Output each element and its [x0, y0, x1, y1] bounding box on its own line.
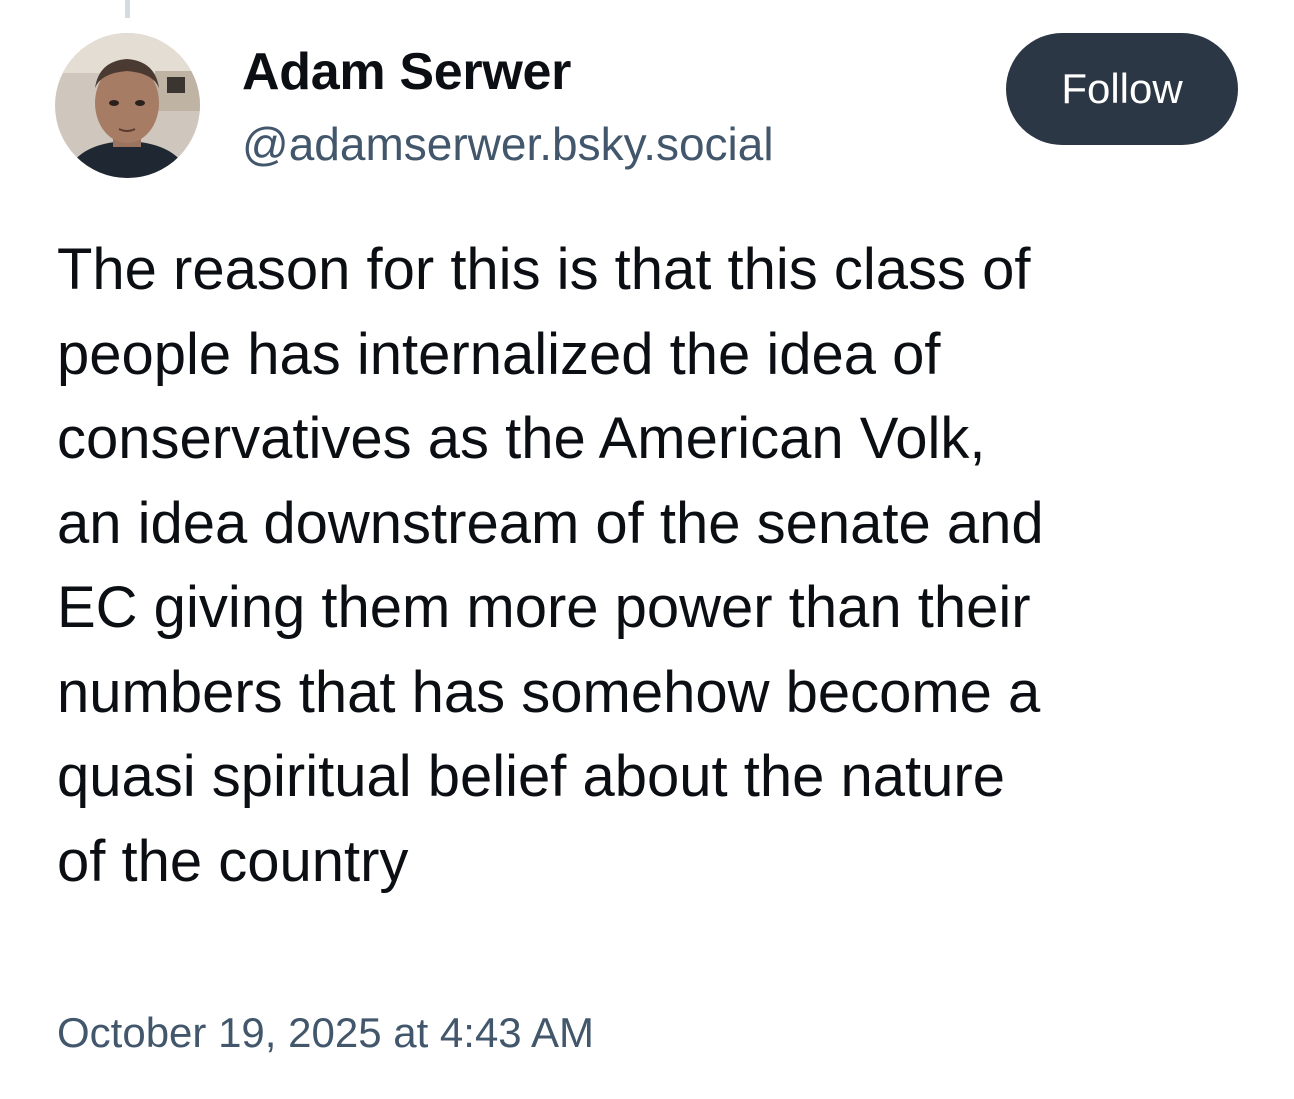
- thread-connector-line: [125, 0, 130, 18]
- author-display-name[interactable]: Adam Serwer: [242, 40, 571, 104]
- post-text: The reason for this is that this class o…: [57, 237, 1044, 894]
- author-handle[interactable]: @adamserwer.bsky.social: [242, 114, 774, 174]
- follow-button[interactable]: Follow: [1006, 33, 1238, 145]
- avatar[interactable]: [55, 33, 200, 178]
- avatar-photo-icon: [55, 33, 200, 178]
- post-timestamp[interactable]: October 19, 2025 at 4:43 AM: [57, 1004, 594, 1062]
